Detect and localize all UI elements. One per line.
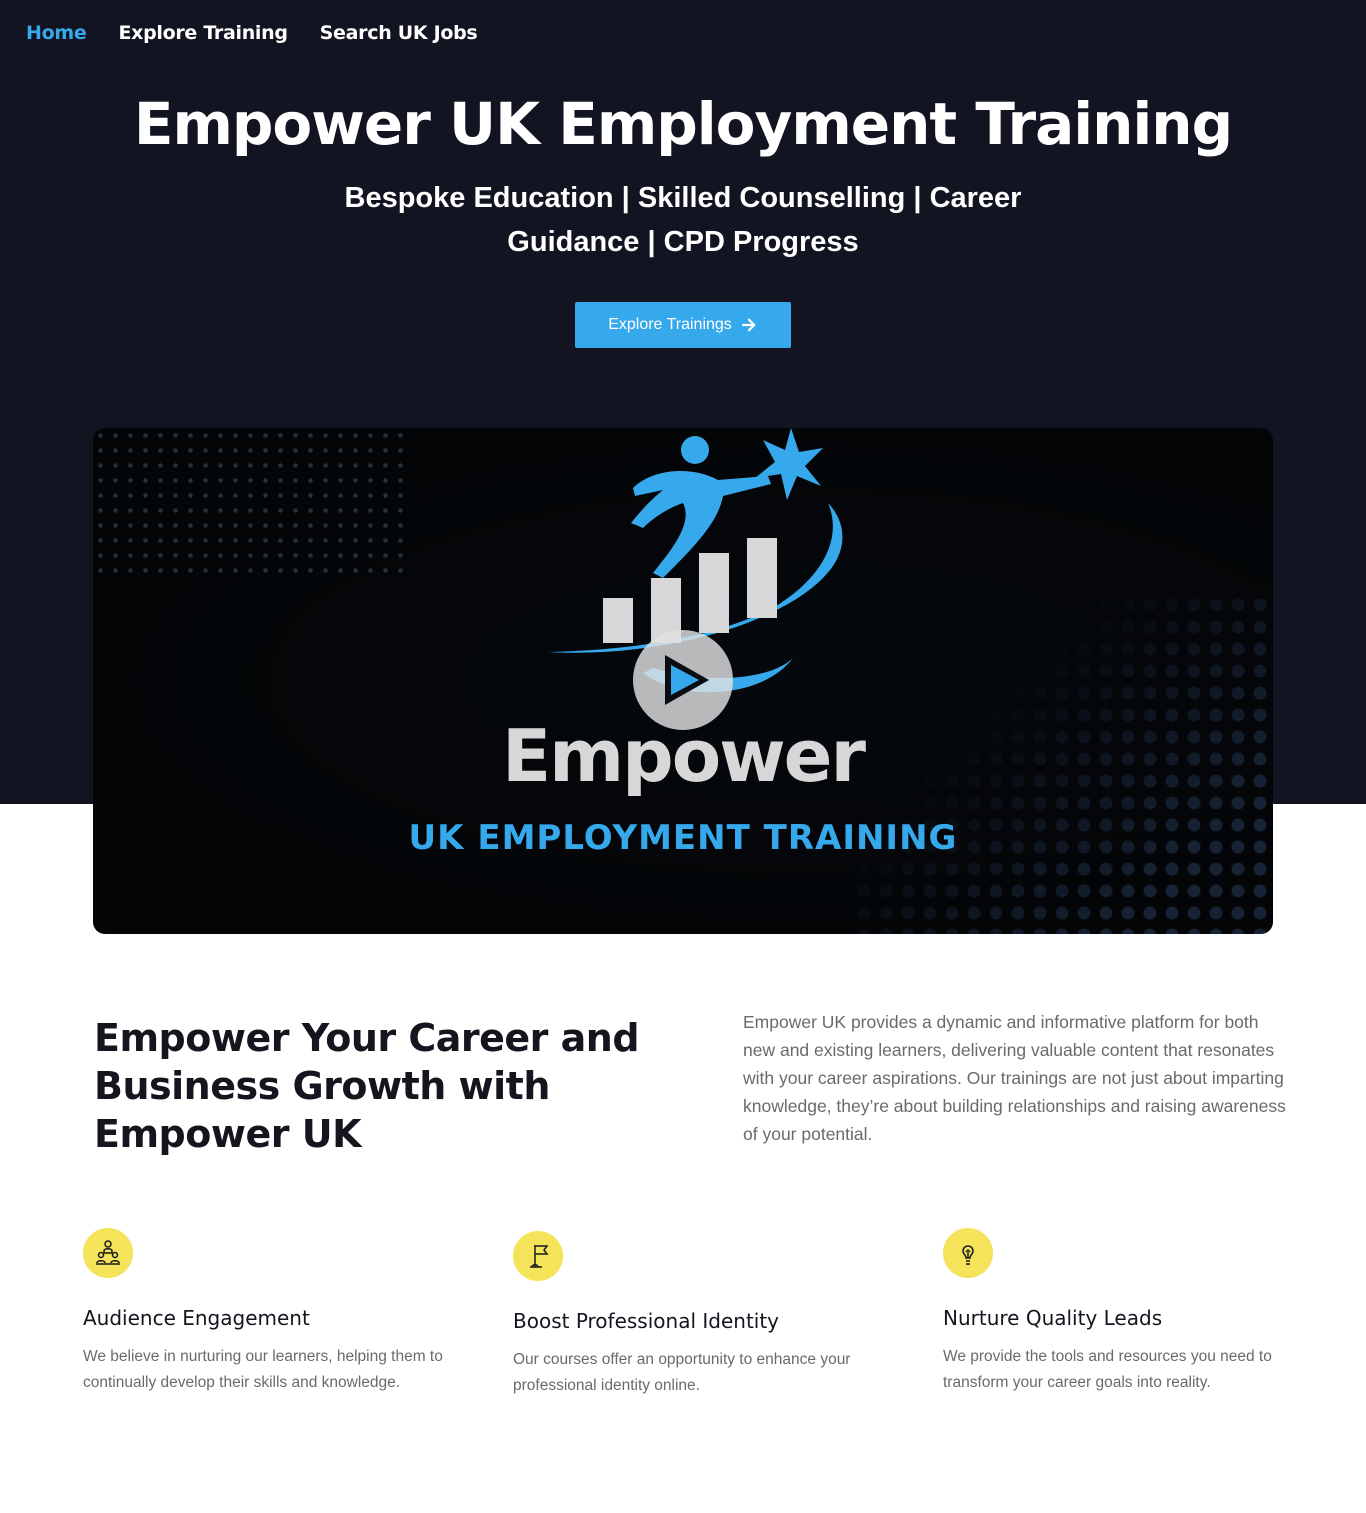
nav-home[interactable]: Home — [26, 22, 87, 44]
brand-subtitle: UK EMPLOYMENT TRAINING — [408, 818, 958, 858]
explore-trainings-button[interactable]: Explore Trainings — [575, 302, 791, 348]
feature-text: We believe in nurturing our learners, he… — [83, 1348, 443, 1391]
video-player[interactable]: Empower UK EMPLOYMENT TRAINING — [93, 428, 1273, 934]
feature-title: Audience Engagement — [83, 1306, 310, 1330]
feature-text: We provide the tools and resources you n… — [943, 1348, 1272, 1391]
nav-explore-training[interactable]: Explore Training — [118, 22, 288, 44]
explore-trainings-label: Explore Trainings — [608, 316, 732, 333]
main-nav: Home Explore Training Search UK Jobs — [26, 22, 478, 44]
flag-icon — [513, 1231, 563, 1281]
feature-audience-engagement: Audience Engagement We believe in nurtur… — [83, 1228, 453, 1396]
lightbulb-icon — [943, 1228, 993, 1278]
feature-title: Nurture Quality Leads — [943, 1306, 1163, 1330]
play-icon — [665, 655, 709, 705]
hero-subtitle: Bespoke Education | Skilled Counselling … — [333, 176, 1033, 264]
feature-nurture-quality-leads: Nurture Quality Leads We provide the too… — [943, 1228, 1313, 1396]
hero-subtitle-line2: Guidance | CPD Progress — [507, 226, 859, 258]
team-icon — [83, 1228, 133, 1278]
about-text: Empower UK provides a dynamic and inform… — [743, 1012, 1286, 1144]
feature-text: Our courses offer an opportunity to enha… — [513, 1351, 851, 1394]
nav-search-uk-jobs[interactable]: Search UK Jobs — [320, 22, 478, 44]
brand-word: Empower — [501, 714, 866, 798]
hero-subtitle-line1: Bespoke Education | Skilled Counselling … — [344, 182, 1022, 214]
arrow-right-icon — [741, 318, 756, 332]
hero-title: Empower UK Employment Training — [133, 90, 1233, 158]
feature-boost-professional-identity: Boost Professional Identity Our courses … — [513, 1231, 883, 1399]
dot-pattern-top-left — [93, 428, 413, 578]
feature-title: Boost Professional Identity — [513, 1309, 780, 1333]
about-title: Empower Your Career and Business Growth … — [94, 1016, 640, 1156]
